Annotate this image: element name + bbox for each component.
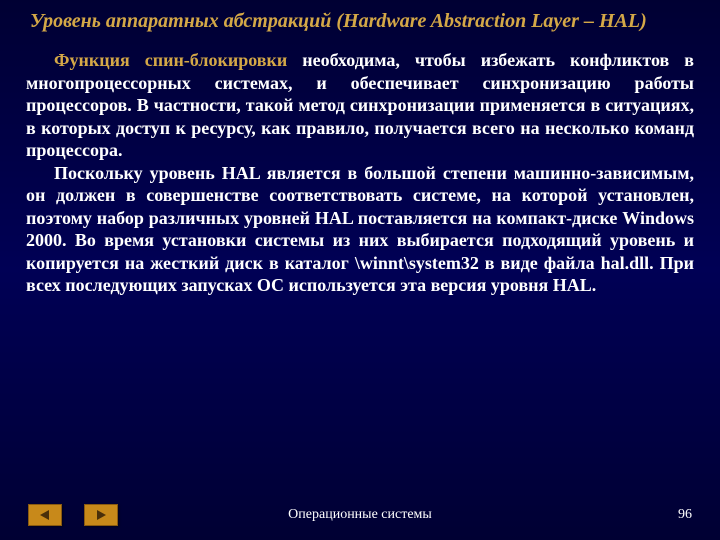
paragraph-2: Поскольку уровень HAL является в большой… (26, 162, 694, 297)
slide-container: Уровень аппаратных абстракций (Hardware … (0, 0, 720, 540)
slide-title: Уровень аппаратных абстракций (Hardware … (26, 10, 694, 33)
arrow-right-icon (93, 508, 109, 522)
footer-text: Операционные системы (288, 507, 432, 523)
slide-body: Функция спин-блокировки необходима, чтоб… (26, 49, 694, 297)
next-button[interactable] (84, 504, 118, 526)
prev-button[interactable] (28, 504, 62, 526)
nav-buttons-group (28, 504, 118, 526)
arrow-left-icon (37, 508, 53, 522)
highlight-term: Функция спин-блокировки (54, 50, 287, 70)
page-number: 96 (678, 507, 692, 523)
paragraph-1: Функция спин-блокировки необходима, чтоб… (26, 49, 694, 162)
footer: Операционные системы 96 (0, 504, 720, 526)
